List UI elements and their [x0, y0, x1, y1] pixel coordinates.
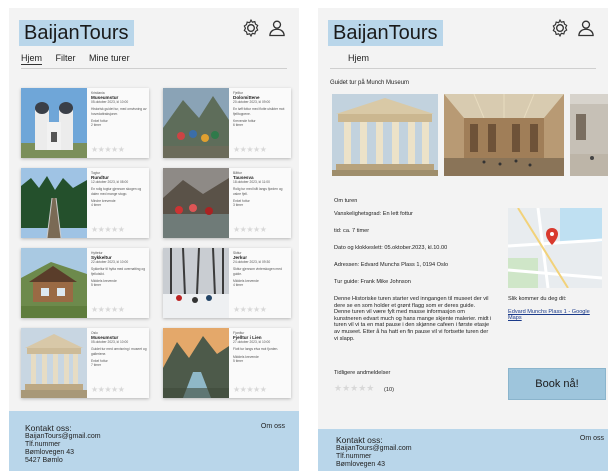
reviews-count: (10) [384, 387, 394, 393]
footer-street: Bømlovegen 43 [25, 449, 75, 456]
tour-card[interactable]: Båttur Tausesva 18.oktober 2023, kl 11:0… [163, 168, 291, 238]
tour-image [21, 248, 87, 318]
card-duration: 5 timer [91, 283, 102, 288]
tour-image [163, 248, 229, 318]
card-date: 27.oktober 2023, kl 10:00 [233, 340, 271, 345]
user-icon[interactable] [576, 18, 596, 38]
card-date: 05.oktober 2023, kl 10:00 [91, 340, 129, 345]
footer-heading: Kontakt oss: [25, 423, 72, 433]
tour-card[interactable]: Kristiania Museumstur 05.oktober 2023, k… [21, 88, 149, 158]
card-duration: 7 timer [91, 363, 102, 368]
tour-card[interactable]: Fjelltur Dolomittene 20.oktober 2023, kl… [163, 88, 291, 158]
footer-phone: Tlf.nummer [25, 441, 61, 448]
card-desc: Skitur gjennom vinterskogen med guide. [233, 267, 282, 276]
card-date: 20.oktober 2023, kl 09:00 [233, 100, 271, 105]
tour-image [21, 168, 87, 238]
gallery-image[interactable] [444, 94, 564, 176]
tour-subtitle: Guidet tur på Munch Museum [330, 80, 410, 86]
footer-heading: Kontakt oss: [336, 435, 383, 445]
card-desc: Flott tur langs elva mot fjorden. [233, 347, 279, 352]
directions-link[interactable]: Edvard Munchs Plass 1 - Google Maps [508, 309, 604, 322]
user-icon[interactable] [267, 18, 287, 38]
tour-card[interactable]: Oslo Museumstur 05.oktober 2023, kl 10:0… [21, 328, 149, 398]
rating-stars: ★★★★★ [91, 305, 125, 314]
footer-street: Bømlovegen 43 [336, 461, 386, 468]
card-date: 18.oktober 2023, kl 11:00 [233, 180, 270, 185]
home-screen: BaijanTours Hjem Filter Mine turer Krist… [9, 8, 299, 471]
card-duration: 4 timer [233, 283, 244, 288]
card-desc: Historisk guidet tur, med omvisning av h… [91, 107, 147, 116]
tour-card[interactable]: Togtur Rundtur 12.oktober 2023, kl 08:00… [21, 168, 149, 238]
nav-home[interactable]: Hjem [348, 52, 369, 64]
card-date: 05.oktober 2023, kl 10:00 [91, 100, 129, 105]
card-desc: En rolig togtur gjennom skogen og dalen … [91, 187, 142, 196]
card-duration: 5 timer [233, 358, 244, 363]
footer: Kontakt oss: BaijanTours@gmail.com Tlf.n… [9, 411, 299, 471]
card-duration: 3 timer [233, 203, 244, 208]
rating-stars: ★★★★★ [91, 385, 125, 394]
tour-card[interactable]: Fjordtur Fjelltur i Lien 27.oktober 2023… [163, 328, 291, 398]
rating-stars: ★★★★★ [91, 145, 125, 154]
card-date: 22.oktober 2023, kl 10:00 [91, 260, 129, 265]
footer-phone: Tlf.nummer [336, 453, 372, 460]
image-gallery[interactable] [332, 94, 608, 176]
rating-stars: ★★★★★ [91, 225, 125, 234]
tour-description: Denne Historiske turen starter ved innga… [334, 296, 492, 342]
directions-label: Slik kommer du deg dit: [508, 296, 567, 302]
card-desc: Rolig tur med båt langs fjorden og vakre… [233, 187, 283, 196]
book-button[interactable]: Book nå! [508, 368, 606, 400]
card-desc: En tøff fottur med flotte utsikter mot f… [233, 107, 285, 116]
footer-city: 5427 Bømlo [25, 457, 63, 464]
info-time: tid: ca. 7 timer [334, 228, 370, 234]
tour-card[interactable]: Skitur Jerkur 24.oktober 2023, kl 09:30 … [163, 248, 291, 318]
nav-home[interactable]: Hjem [21, 52, 43, 65]
footer-email[interactable]: BaijanTours@gmail.com [25, 433, 101, 441]
main-nav: Hjem Filter Mine turer [21, 52, 287, 69]
info-header: Om turen [334, 198, 358, 204]
gallery-image[interactable] [332, 94, 438, 176]
tour-detail-screen: BaijanTours Hjem Guidet tur på Munch Mus… [318, 8, 608, 471]
rating-stars: ★★★★★ [233, 225, 267, 234]
card-duration: 6 timer [233, 123, 244, 128]
nav-filter[interactable]: Filter [56, 52, 76, 64]
main-nav: Hjem [330, 52, 596, 69]
tour-card[interactable]: Hyttetur Sykkeltur 22.oktober 2023, kl 1… [21, 248, 149, 318]
card-desc: Guidet tur med omvisning i museet og gal… [91, 347, 147, 356]
footer: Kontakt oss: BaijanTours@gmail.com Tlf.n… [318, 429, 608, 471]
brand-logo[interactable]: BaijanTours [19, 20, 134, 46]
nav-my-tours[interactable]: Mine turer [89, 52, 130, 64]
tour-image [21, 328, 87, 398]
brand-logo[interactable]: BaijanTours [328, 20, 443, 46]
gear-icon[interactable] [550, 18, 570, 38]
card-duration: 2 timer [91, 123, 102, 128]
tour-image [163, 328, 229, 398]
reviews-label: Tidligere andmeldelser [334, 370, 391, 376]
footer-email[interactable]: BaijanTours@gmail.com [336, 445, 412, 453]
card-desc: Sykkeltur til hytta med overnatting og f… [91, 267, 146, 276]
info-address: Adressen: Edvard Munchs Plass 1, 0194 Os… [334, 262, 449, 268]
card-date: 24.oktober 2023, kl 09:30 [233, 260, 271, 265]
info-datetime: Dato og klokkeslett: 05.oktober.2023, kl… [334, 245, 448, 251]
tour-image [163, 168, 229, 238]
rating-stars: ★★★★★ [233, 305, 267, 314]
info-difficulty: Vanskelighetsgrad: En lett fottur [334, 211, 413, 217]
rating-stars[interactable]: ★★★★★ [334, 383, 374, 394]
tour-image [163, 88, 229, 158]
tour-image [21, 88, 87, 158]
about-link[interactable]: Om oss [580, 435, 604, 443]
about-link[interactable]: Om oss [261, 423, 285, 431]
gallery-image[interactable] [570, 94, 608, 176]
info-guide: Tur guide: Frank Mike Johnson [334, 279, 411, 285]
rating-stars: ★★★★★ [233, 385, 267, 394]
card-date: 12.oktober 2023, kl 08:00 [91, 180, 129, 185]
map-view[interactable] [508, 208, 602, 288]
gear-icon[interactable] [241, 18, 261, 38]
card-duration: 4 timer [91, 203, 102, 208]
rating-stars: ★★★★★ [233, 145, 267, 154]
